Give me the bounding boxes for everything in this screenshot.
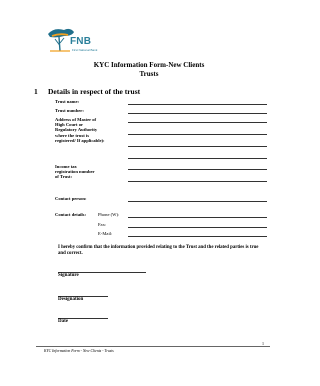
- section-number: 1: [34, 87, 38, 96]
- brand-name: FNB: [70, 36, 92, 47]
- contact-person-label: Contact person:: [55, 196, 87, 201]
- fax-label: Fax:: [98, 222, 107, 227]
- email-label: E-Mail:: [98, 231, 113, 236]
- footer-divider: [36, 346, 270, 347]
- address-field-line-1[interactable]: [128, 122, 267, 123]
- trust-name-label: Trust name:: [55, 99, 80, 104]
- address-field-line-4[interactable]: [128, 158, 267, 159]
- designation-label: Designation: [58, 297, 84, 302]
- income-tax-field-line-2[interactable]: [128, 181, 267, 182]
- brand-tagline: First National Bank: [72, 48, 98, 52]
- fax-field[interactable]: [128, 227, 267, 228]
- address-master-label: Address of Master of High Court or Regul…: [55, 117, 105, 143]
- confirmation-statement: I hereby confirm that the information pr…: [58, 245, 259, 257]
- section-title: Details in respect of the trust: [48, 87, 141, 96]
- form-title: KYC Information Form-New Clients: [93, 61, 205, 69]
- section-heading: 1 Details in respect of the trust: [34, 87, 140, 96]
- date-label: Date: [58, 319, 68, 324]
- trust-name-field[interactable]: [128, 104, 267, 105]
- contact-details-label: Contact details:: [55, 212, 87, 217]
- form-subtitle: Trusts: [139, 70, 159, 78]
- phone-field[interactable]: [128, 217, 267, 218]
- income-tax-label: Income tax registration number of Trust:: [55, 164, 95, 180]
- phone-label: Phone (W):: [98, 212, 120, 217]
- email-field[interactable]: [128, 236, 267, 237]
- address-field-line-2[interactable]: [128, 134, 267, 135]
- trust-number-field[interactable]: [128, 113, 267, 114]
- income-tax-field-line-1[interactable]: [128, 169, 267, 170]
- footer-text: KYC Information Form - New Clients - Tru…: [44, 349, 114, 353]
- contact-person-field[interactable]: [128, 201, 267, 202]
- trust-number-label: Trust number:: [55, 108, 84, 113]
- address-field-line-3[interactable]: [128, 146, 267, 147]
- signature-label: Signature: [58, 273, 79, 278]
